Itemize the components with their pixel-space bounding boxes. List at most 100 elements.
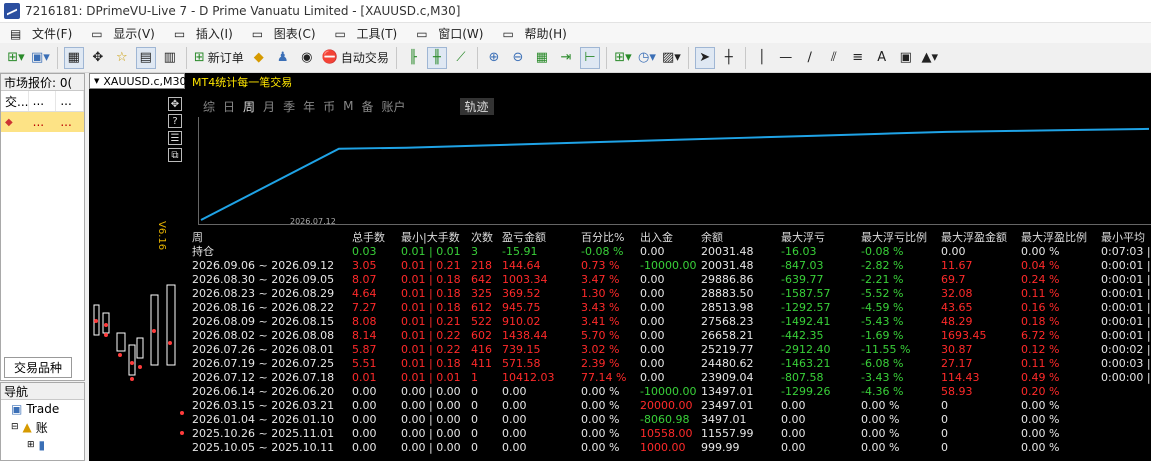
table-row[interactable]: 2026.08.09 ~ 2026.08.15 8.08 0.01 | 0.21 52… bbox=[186, 315, 1151, 329]
tile-windows-button[interactable]: ▦ bbox=[532, 47, 552, 69]
new-chart-button[interactable]: ⊞▾ bbox=[6, 47, 26, 69]
move-icon[interactable]: ✥ bbox=[168, 97, 182, 111]
header-max-floating-profit[interactable]: 最大浮盈金额 bbox=[941, 231, 1007, 245]
arrows-button[interactable]: ▲▾ bbox=[920, 47, 940, 69]
header-percent[interactable]: 百分比% bbox=[581, 231, 624, 245]
cell-percent: 1.30 % bbox=[581, 287, 620, 300]
table-row[interactable]: 2026.07.12 ~ 2026.07.18 0.01 0.01 | 0.01 1 1… bbox=[186, 371, 1151, 385]
tab-quarter[interactable]: 季 bbox=[283, 98, 295, 115]
table-row[interactable]: 2026.09.06 ~ 2026.09.12 3.05 0.01 | 0.21 21… bbox=[186, 259, 1151, 273]
crosshair-button[interactable]: ┼ bbox=[719, 47, 739, 69]
chart-shift-button[interactable]: ⊢ bbox=[579, 46, 600, 69]
profiles-button[interactable]: ▣▾ bbox=[30, 47, 51, 69]
tab-symbols[interactable]: 交易品种 bbox=[4, 357, 72, 378]
cell-max-floating-loss: -442.35 bbox=[781, 329, 824, 342]
table-row[interactable]: 2026.08.02 ~ 2026.08.08 8.14 0.01 | 0.22 60… bbox=[186, 329, 1151, 343]
signals-button[interactable]: ◉ bbox=[297, 47, 317, 69]
tab-week[interactable]: 周 bbox=[243, 98, 255, 115]
minimize-icon[interactable]: ⧉ bbox=[168, 148, 182, 162]
header-max-floating-loss[interactable]: 最大浮亏 bbox=[781, 231, 825, 245]
table-row[interactable]: 2026.08.16 ~ 2026.08.22 7.27 0.01 | 0.18 61… bbox=[186, 301, 1151, 315]
navigator-item-accounts[interactable]: ⊟ ▲ 账 bbox=[1, 418, 84, 436]
column-header-ask[interactable]: ... bbox=[56, 91, 85, 111]
settings-icon[interactable]: ☰ bbox=[168, 131, 182, 145]
market-watch-button[interactable]: ▦ bbox=[63, 46, 84, 69]
table-row[interactable]: 2026.08.30 ~ 2026.09.05 8.07 0.01 | 0.18 64… bbox=[186, 273, 1151, 287]
cell-max-floating-profit-ratio: 0.00 % bbox=[1021, 441, 1060, 454]
header-balance[interactable]: 余额 bbox=[701, 231, 723, 245]
table-row[interactable]: 2026.01.04 ~ 2026.01.10 0.00 0.00 | 0.00 0 0… bbox=[186, 413, 1151, 427]
indicators-button[interactable]: ⊞▾ bbox=[613, 47, 633, 69]
templates-button[interactable]: ▨▾ bbox=[661, 47, 682, 69]
trendline-button[interactable]: ∕ bbox=[800, 47, 820, 69]
table-row[interactable]: 2026.08.23 ~ 2026.08.29 4.64 0.01 | 0.18 32… bbox=[186, 287, 1151, 301]
market-watch-row[interactable]: ◆ ... ... bbox=[1, 112, 84, 132]
menu-view[interactable]: ▭ 显示(V) bbox=[81, 25, 164, 42]
menu-chart[interactable]: ▭ 图表(C) bbox=[242, 25, 325, 42]
tab-day[interactable]: 日 bbox=[223, 98, 235, 115]
header-total-lots[interactable]: 总手数 bbox=[352, 231, 385, 245]
tab-overview[interactable]: 综 bbox=[203, 98, 215, 115]
tab-month[interactable]: 月 bbox=[263, 98, 275, 115]
text-label-button[interactable]: ▣ bbox=[896, 47, 916, 69]
column-header-bid[interactable]: ... bbox=[29, 91, 57, 111]
help-question-icon[interactable]: ? bbox=[168, 114, 182, 128]
bar-chart-button[interactable]: ╟ bbox=[403, 47, 423, 69]
header-min-average[interactable]: 最小平均 bbox=[1101, 231, 1145, 245]
fibonacci-button[interactable]: ≡ bbox=[848, 47, 868, 69]
tab-track[interactable]: 轨迹 bbox=[459, 97, 494, 115]
menu-window[interactable]: ▭ 窗口(W) bbox=[406, 25, 492, 42]
header-week[interactable]: 周 bbox=[192, 231, 203, 245]
header-count[interactable]: 次数 bbox=[471, 231, 493, 245]
tab-year[interactable]: 年 bbox=[303, 98, 315, 115]
candlestick-button[interactable]: ╫ bbox=[426, 46, 447, 69]
header-min-max-lots[interactable]: 最小|大手数 bbox=[401, 231, 460, 245]
tab-magic[interactable]: M bbox=[343, 99, 353, 113]
text-button[interactable]: A bbox=[872, 47, 892, 69]
table-row[interactable]: 2026.06.14 ~ 2026.06.20 0.00 0.00 | 0.00 0 0… bbox=[186, 385, 1151, 399]
strategy-tester-button[interactable]: ▥ bbox=[160, 47, 180, 69]
table-row[interactable]: 2026.03.15 ~ 2026.03.21 0.00 0.00 | 0.00 0 0… bbox=[186, 399, 1151, 413]
menu-tools[interactable]: ▭ 工具(T) bbox=[325, 25, 407, 42]
menu-file[interactable]: ▤ 文件(F) bbox=[0, 25, 81, 42]
auto-trading-button[interactable]: ⛔ 自动交易 bbox=[321, 47, 390, 69]
navigator-button[interactable]: ☆ bbox=[112, 47, 132, 69]
meta-editor-button[interactable]: ◆ bbox=[249, 47, 269, 69]
vertical-line-button[interactable]: │ bbox=[752, 47, 772, 69]
crosshair-data-button[interactable]: ✥ bbox=[88, 47, 108, 69]
table-row[interactable]: 2025.10.26 ~ 2025.11.01 0.00 0.00 | 0.00 0 0… bbox=[186, 427, 1151, 441]
chart-window[interactable]: ▼ XAUUSD.c,M30 ✥ ? ☰ ⧉ V6.16 MT4统计每一笔交易 综… bbox=[89, 73, 1151, 461]
terminal-button[interactable]: ▤ bbox=[135, 46, 156, 69]
navigator-item-trade[interactable]: ▣ Trade bbox=[1, 400, 84, 418]
chart-symbol-tab[interactable]: ▼ XAUUSD.c,M30 bbox=[89, 73, 187, 89]
tab-remark[interactable]: 备 bbox=[361, 98, 373, 115]
cell-max-floating-profit: 1693.45 bbox=[941, 329, 987, 342]
header-max-floating-loss-ratio[interactable]: 最大浮亏比例 bbox=[861, 231, 927, 245]
tab-currency[interactable]: 币 bbox=[323, 98, 335, 115]
cell-count: 0 bbox=[471, 441, 478, 454]
header-deposit-withdraw[interactable]: 出入金 bbox=[640, 231, 673, 245]
equidistant-channel-button[interactable]: ⫽ bbox=[824, 47, 844, 69]
community-button[interactable]: ♟ bbox=[273, 47, 293, 69]
table-row[interactable]: 2025.10.05 ~ 2025.10.11 0.00 0.00 | 0.00 0 0… bbox=[186, 441, 1151, 455]
new-order-button[interactable]: ⊞ 新订单 bbox=[193, 47, 245, 69]
cursor-button[interactable]: ➤ bbox=[694, 46, 715, 69]
column-header-symbol[interactable]: 交... bbox=[1, 91, 29, 111]
navigator-item-subaccount[interactable]: ⊞ ▮ bbox=[1, 436, 84, 454]
table-row[interactable]: 2026.07.26 ~ 2026.08.01 5.87 0.01 | 0.22 41… bbox=[186, 343, 1151, 357]
menu-help[interactable]: ▭ 帮助(H) bbox=[492, 25, 575, 42]
zoom-in-button[interactable]: ⊕ bbox=[484, 47, 504, 69]
header-profit[interactable]: 盈亏金额 bbox=[502, 231, 546, 245]
horizontal-line-button[interactable]: — bbox=[776, 47, 796, 69]
cell-count: 0 bbox=[471, 427, 478, 440]
line-chart-button[interactable]: ⟋ bbox=[451, 47, 471, 69]
zoom-out-button[interactable]: ⊖ bbox=[508, 47, 528, 69]
table-row-holdings[interactable]: 持仓 0.03 0.01 | 0.01 3 -15.91 -0.08 % 0.0… bbox=[186, 245, 1151, 259]
header-max-floating-profit-ratio[interactable]: 最大浮盈比例 bbox=[1021, 231, 1087, 245]
table-row[interactable]: 2026.07.19 ~ 2026.07.25 5.51 0.01 | 0.18 41… bbox=[186, 357, 1151, 371]
auto-scroll-button[interactable]: ⇥ bbox=[556, 47, 576, 69]
menu-insert[interactable]: ▭ 插入(I) bbox=[164, 25, 242, 42]
cell-max-floating-loss-ratio: -11.55 % bbox=[861, 343, 911, 356]
tab-account[interactable]: 账户 bbox=[381, 98, 405, 115]
periods-button[interactable]: ◷▾ bbox=[637, 47, 657, 69]
